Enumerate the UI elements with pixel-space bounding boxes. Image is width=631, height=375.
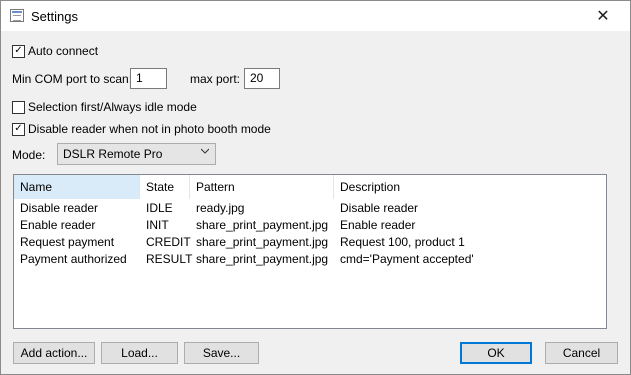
actions-table[interactable]: Name State Pattern Description Disable r… bbox=[13, 174, 607, 329]
cell-state: INIT bbox=[146, 218, 169, 232]
auto-connect-checkbox[interactable]: ✓ Auto connect bbox=[12, 44, 98, 58]
selection-first-box bbox=[12, 100, 25, 114]
title-bar: Settings ✕ bbox=[1, 1, 630, 31]
table-header: Name State Pattern Description bbox=[14, 175, 606, 199]
cell-description: Request 100, product 1 bbox=[340, 235, 465, 249]
cancel-button[interactable]: Cancel bbox=[545, 342, 618, 364]
mode-select[interactable]: DSLR Remote Pro bbox=[57, 143, 216, 165]
chevron-down-icon bbox=[201, 148, 209, 154]
cell-state: IDLE bbox=[146, 201, 173, 215]
cell-pattern: ready.jpg bbox=[196, 201, 245, 215]
cell-state: CREDIT bbox=[146, 235, 191, 249]
close-button[interactable]: ✕ bbox=[577, 1, 629, 31]
selection-first-checkbox[interactable]: Selection first/Always idle mode bbox=[12, 100, 197, 114]
cell-name: Payment authorized bbox=[20, 252, 127, 266]
cell-name: Disable reader bbox=[20, 201, 99, 215]
column-header-pattern[interactable]: Pattern bbox=[190, 175, 334, 199]
disable-reader-checkbox[interactable]: ✓ Disable reader when not in photo booth… bbox=[12, 122, 271, 136]
cell-description: Enable reader bbox=[340, 218, 416, 232]
add-action-button[interactable]: Add action... bbox=[13, 342, 95, 364]
disable-reader-check-icon: ✓ bbox=[12, 122, 25, 136]
settings-window: Settings ✕ ✓ Auto connect Min COM port t… bbox=[0, 0, 631, 375]
auto-connect-check-icon: ✓ bbox=[12, 44, 25, 58]
table-row[interactable]: Request payment CREDIT share_print_payme… bbox=[14, 234, 606, 251]
column-header-state[interactable]: State bbox=[140, 175, 190, 199]
cell-pattern: share_print_payment.jpg bbox=[196, 235, 329, 249]
mode-value: DSLR Remote Pro bbox=[63, 147, 163, 161]
max-port-label: max port: bbox=[190, 72, 241, 86]
ok-button[interactable]: OK bbox=[460, 342, 532, 364]
window-app-icon bbox=[10, 9, 24, 22]
cell-description: Disable reader bbox=[340, 201, 419, 215]
column-header-name[interactable]: Name bbox=[14, 175, 140, 199]
table-row[interactable]: Enable reader INIT share_print_payment.j… bbox=[14, 217, 606, 234]
selection-first-label: Selection first/Always idle mode bbox=[28, 100, 197, 114]
save-button[interactable]: Save... bbox=[184, 342, 259, 364]
cell-pattern: share_print_payment.jpg bbox=[196, 218, 329, 232]
table-row[interactable]: Payment authorized RESULT share_print_pa… bbox=[14, 251, 606, 268]
cell-name: Request payment bbox=[20, 235, 115, 249]
cell-state: RESULT bbox=[146, 252, 193, 266]
min-com-port-label: Min COM port to scan: bbox=[12, 72, 133, 86]
column-header-description[interactable]: Description bbox=[334, 175, 606, 199]
cell-name: Enable reader bbox=[20, 218, 96, 232]
window-title: Settings bbox=[31, 9, 78, 24]
disable-reader-label: Disable reader when not in photo booth m… bbox=[28, 122, 271, 136]
close-icon: ✕ bbox=[596, 8, 610, 25]
min-com-port-input[interactable]: 1 bbox=[130, 68, 167, 89]
table-row[interactable]: Disable reader IDLE ready.jpg Disable re… bbox=[14, 200, 606, 217]
load-button[interactable]: Load... bbox=[101, 342, 178, 364]
min-com-port-value: 1 bbox=[136, 71, 143, 85]
mode-label: Mode: bbox=[12, 148, 46, 162]
cell-description: cmd='Payment accepted' bbox=[340, 252, 474, 266]
max-port-value: 20 bbox=[250, 71, 264, 85]
auto-connect-label: Auto connect bbox=[28, 44, 99, 58]
max-port-input[interactable]: 20 bbox=[244, 68, 280, 89]
cell-pattern: share_print_payment.jpg bbox=[196, 252, 329, 266]
